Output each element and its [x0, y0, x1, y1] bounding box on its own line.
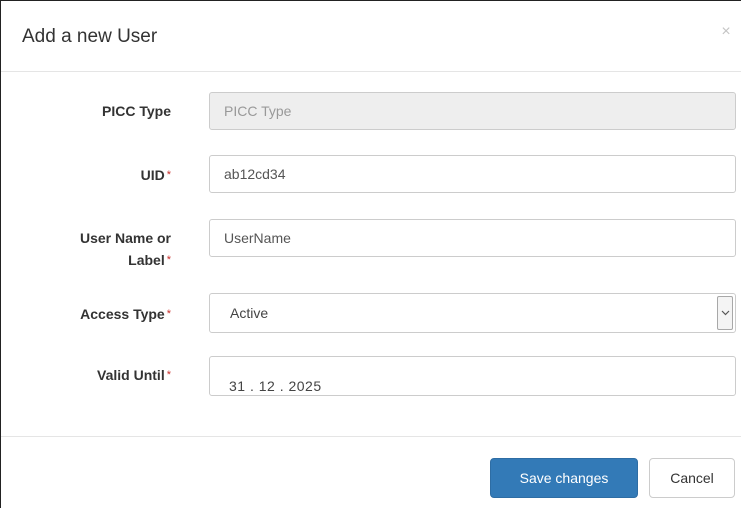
save-changes-button[interactable]: Save changes: [490, 458, 638, 498]
close-icon[interactable]: ×: [719, 23, 733, 41]
modal-title: Add a new User: [22, 26, 158, 47]
required-mark: *: [166, 254, 171, 266]
uid-input[interactable]: [209, 155, 736, 193]
add-user-modal: Add a new User × PICC Type UID* User Nam…: [1, 1, 741, 508]
required-mark: *: [166, 369, 171, 381]
user-name-label-line2: Label: [128, 252, 165, 268]
user-name-label-line1: User Name or: [79, 230, 171, 246]
picc-type-input: [209, 92, 736, 130]
cancel-button[interactable]: Cancel: [649, 458, 735, 498]
modal-footer: Save changes Cancel: [1, 436, 741, 509]
access-type-select[interactable]: Active: [209, 293, 736, 333]
required-mark: *: [166, 308, 171, 320]
access-type-label: Access Type *: [11, 303, 171, 325]
user-name-input[interactable]: [209, 219, 736, 257]
chevron-down-icon[interactable]: [717, 296, 733, 330]
access-type-label-text: Access Type: [80, 306, 165, 322]
valid-until-value: 31 . 12 . 2025: [229, 378, 322, 394]
valid-until-label: Valid Until *: [11, 364, 171, 386]
modal-header: Add a new User ×: [1, 1, 741, 72]
required-mark: *: [166, 169, 171, 181]
access-type-selected: Active: [230, 305, 269, 321]
uid-label: UID *: [11, 164, 171, 186]
picc-type-label: PICC Type: [11, 100, 171, 122]
picc-type-label-text: PICC Type: [102, 103, 171, 119]
uid-label-text: UID: [140, 167, 165, 183]
user-name-label: User Name or Label *: [11, 227, 171, 271]
valid-until-label-text: Valid Until: [97, 367, 165, 383]
